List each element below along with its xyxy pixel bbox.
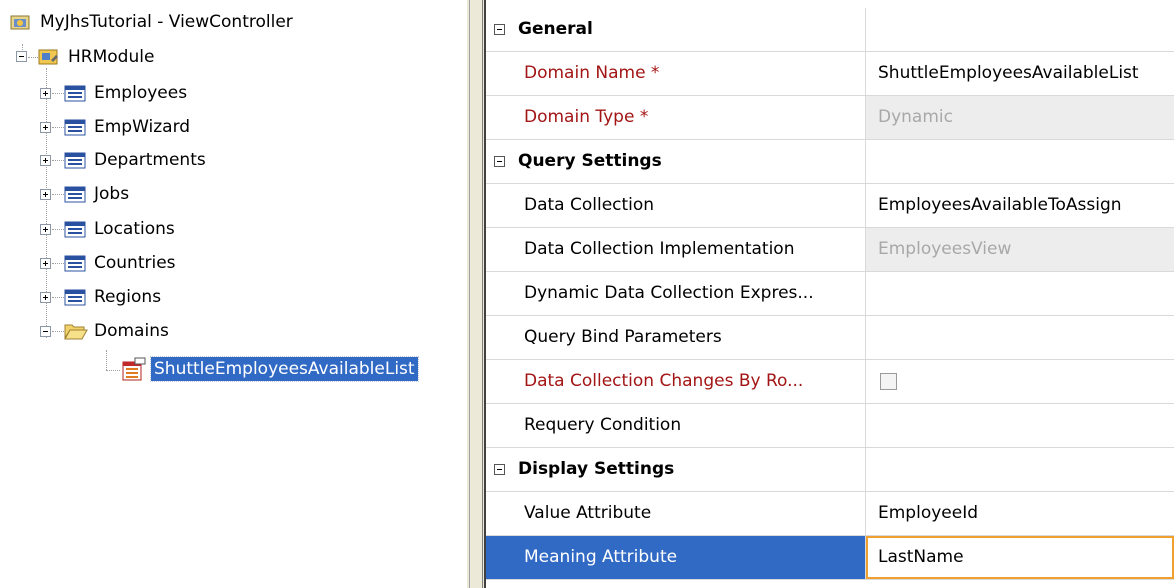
tree-connector bbox=[52, 160, 64, 161]
tree-node-label: Regions bbox=[94, 287, 162, 307]
expand-icon[interactable] bbox=[40, 88, 51, 99]
property-row-data-collection-implementation[interactable]: Data Collection Implementation Employees… bbox=[486, 228, 1174, 272]
property-name: Domain Type * bbox=[486, 96, 866, 139]
tree-node-shuttle-domain[interactable]: ShuttleEmployeesAvailableList bbox=[120, 356, 419, 382]
table-icon bbox=[64, 288, 86, 306]
property-name: Requery Condition bbox=[486, 404, 866, 447]
collapse-icon[interactable] bbox=[40, 326, 51, 337]
tree-node-employees[interactable]: Employees bbox=[64, 80, 190, 106]
property-value: EmployeesView bbox=[866, 228, 1174, 271]
category-value-cell bbox=[866, 448, 1174, 491]
property-value[interactable]: EmployeesAvailableToAssign bbox=[866, 184, 1174, 227]
tree-node-label: MyJhsTutorial - ViewController bbox=[40, 12, 293, 32]
property-value-editor[interactable]: LastName bbox=[866, 536, 1174, 579]
tree-node-label: Jobs bbox=[94, 184, 130, 204]
property-value[interactable]: ShuttleEmployeesAvailableList bbox=[866, 52, 1174, 95]
property-row-meaning-attribute[interactable]: Meaning Attribute LastName bbox=[486, 536, 1174, 580]
category-title: Display Settings bbox=[486, 448, 866, 491]
tree-node-label: Employees bbox=[94, 83, 188, 103]
property-name: Data Collection Implementation bbox=[486, 228, 866, 271]
tree-node-regions[interactable]: Regions bbox=[64, 284, 164, 310]
tree-connector bbox=[106, 370, 120, 371]
category-title: General bbox=[486, 8, 866, 51]
tree-node-departments[interactable]: Departments bbox=[64, 147, 209, 173]
property-name: Meaning Attribute bbox=[486, 536, 866, 579]
tree-connector bbox=[52, 229, 64, 230]
expand-icon[interactable] bbox=[40, 224, 51, 235]
collapse-icon[interactable] bbox=[16, 51, 27, 62]
property-name: Value Attribute bbox=[486, 492, 866, 535]
property-name: Data Collection bbox=[486, 184, 866, 227]
tree-node-empwizard[interactable]: EmpWizard bbox=[64, 114, 193, 140]
property-name: Query Bind Parameters bbox=[486, 316, 866, 359]
table-icon bbox=[64, 254, 86, 272]
property-value-checkbox-cell bbox=[866, 360, 1174, 403]
property-value: Dynamic bbox=[866, 96, 1174, 139]
property-value[interactable] bbox=[866, 272, 1174, 315]
project-tree: MyJhsTutorial - ViewController HRModule … bbox=[0, 0, 466, 588]
property-row-query-bind-parameters[interactable]: Query Bind Parameters bbox=[486, 316, 1174, 360]
folder-open-icon bbox=[64, 322, 88, 340]
property-name: Data Collection Changes By Ro... bbox=[486, 360, 866, 403]
tree-connector bbox=[52, 194, 64, 195]
category-value-cell bbox=[866, 140, 1174, 183]
table-icon bbox=[64, 151, 86, 169]
property-row-data-collection[interactable]: Data Collection EmployeesAvailableToAssi… bbox=[486, 184, 1174, 228]
tree-node-label: HRModule bbox=[68, 47, 155, 67]
tree-node-label: Departments bbox=[94, 150, 206, 170]
property-inspector: General Domain Name * ShuttleEmployeesAv… bbox=[484, 0, 1174, 588]
category-display-settings[interactable]: Display Settings bbox=[486, 448, 1174, 492]
tree-node-locations[interactable]: Locations bbox=[64, 216, 178, 242]
tree-connector bbox=[28, 57, 38, 58]
property-row-domain-name[interactable]: Domain Name * ShuttleEmployeesAvailableL… bbox=[486, 52, 1174, 96]
property-checkbox[interactable] bbox=[880, 372, 897, 390]
property-row-data-collection-changes[interactable]: Data Collection Changes By Ro... bbox=[486, 360, 1174, 404]
tree-connector bbox=[52, 127, 64, 128]
category-value-cell bbox=[866, 8, 1174, 51]
tree-connector bbox=[106, 350, 107, 370]
tree-node-label: Domains bbox=[94, 321, 169, 341]
tree-node-countries[interactable]: Countries bbox=[64, 250, 179, 276]
expand-icon[interactable] bbox=[40, 258, 51, 269]
expand-icon[interactable] bbox=[40, 155, 51, 166]
table-icon bbox=[64, 84, 86, 102]
expand-icon[interactable] bbox=[40, 189, 51, 200]
module-icon bbox=[38, 48, 60, 66]
category-query-settings[interactable]: Query Settings bbox=[486, 140, 1174, 184]
tree-node-label: EmpWizard bbox=[94, 117, 191, 137]
tree-node-module[interactable]: HRModule bbox=[38, 44, 157, 70]
tree-connector bbox=[52, 263, 64, 264]
tree-connector bbox=[52, 93, 64, 94]
category-general[interactable]: General bbox=[486, 8, 1174, 52]
panel-splitter[interactable] bbox=[466, 0, 484, 588]
category-title: Query Settings bbox=[486, 140, 866, 183]
project-icon bbox=[10, 13, 32, 31]
tree-node-label: Countries bbox=[94, 253, 176, 273]
tree-node-project[interactable]: MyJhsTutorial - ViewController bbox=[10, 9, 296, 35]
tree-node-label: ShuttleEmployeesAvailableList bbox=[150, 356, 419, 382]
expand-icon[interactable] bbox=[40, 122, 51, 133]
tree-node-domains[interactable]: Domains bbox=[64, 318, 172, 344]
tree-connector bbox=[52, 331, 64, 332]
property-value[interactable] bbox=[866, 404, 1174, 447]
tree-connector bbox=[52, 297, 64, 298]
expand-icon[interactable] bbox=[40, 292, 51, 303]
property-name: Domain Name * bbox=[486, 52, 866, 95]
property-row-requery-condition[interactable]: Requery Condition bbox=[486, 404, 1174, 448]
property-row-value-attribute[interactable]: Value Attribute EmployeeId bbox=[486, 492, 1174, 536]
tree-node-jobs[interactable]: Jobs bbox=[64, 181, 132, 207]
table-icon bbox=[64, 185, 86, 203]
property-value[interactable]: EmployeeId bbox=[866, 492, 1174, 535]
domain-icon bbox=[120, 357, 146, 381]
property-row-dynamic-data-collection-expression[interactable]: Dynamic Data Collection Expres... bbox=[486, 272, 1174, 316]
property-row-domain-type[interactable]: Domain Type * Dynamic bbox=[486, 96, 1174, 140]
table-icon bbox=[64, 220, 86, 238]
tree-node-label: Locations bbox=[94, 219, 175, 239]
property-name: Dynamic Data Collection Expres... bbox=[486, 272, 866, 315]
property-value[interactable] bbox=[866, 316, 1174, 359]
table-icon bbox=[64, 118, 86, 136]
